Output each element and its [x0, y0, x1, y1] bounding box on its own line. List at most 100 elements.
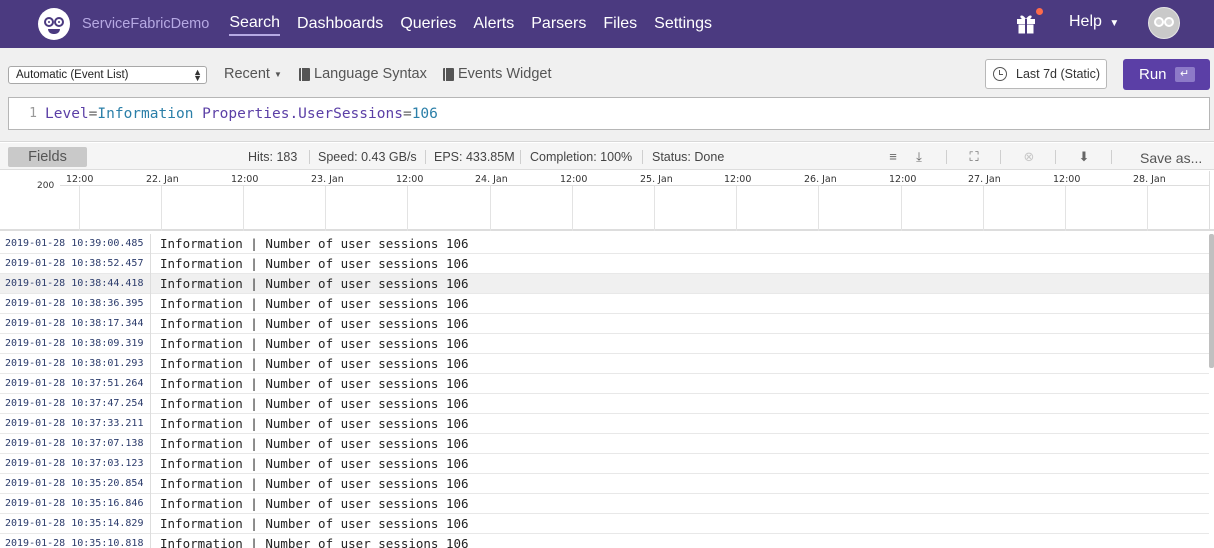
event-timestamp: 2019-01-28 10:38:52.457: [0, 253, 151, 274]
event-row[interactable]: 2019-01-28 10:37:47.254 Information | Num…: [0, 393, 1209, 414]
event-message: Information | Number of user sessions 10…: [160, 276, 469, 291]
timeline-gridline: [161, 186, 162, 231]
event-timestamp: 2019-01-28 10:35:20.854: [0, 473, 151, 494]
fields-toggle-button[interactable]: Fields: [8, 147, 87, 167]
timeline-gridline: [901, 186, 902, 231]
timeline-gridline: [1147, 186, 1148, 231]
divider: [1000, 150, 1001, 164]
time-range-button[interactable]: Last 7d (Static): [985, 59, 1107, 89]
recent-label: Recent: [224, 66, 270, 82]
event-row[interactable]: 2019-01-28 10:38:09.319 Information | Num…: [0, 333, 1209, 354]
timeline-tick-label: 12:00: [1053, 174, 1081, 185]
timeline-gridline: [243, 186, 244, 231]
event-message: Information | Number of user sessions 10…: [160, 256, 469, 271]
search-mode-select[interactable]: Automatic (Event List) ▲ ▼: [8, 66, 207, 84]
run-label: Run: [1139, 66, 1167, 83]
timeline-tick-label: 22. Jan: [146, 174, 179, 185]
language-syntax-label: Language Syntax: [314, 66, 427, 82]
select-arrows-icon: ▲ ▼: [193, 67, 202, 83]
query-editor[interactable]: 1 Level = Information Properties.UserSessi…: [8, 97, 1210, 130]
help-menu[interactable]: Help ▼: [1069, 13, 1119, 31]
user-avatar[interactable]: [1148, 7, 1180, 39]
timeline-tick-label: 27. Jan: [968, 174, 1001, 185]
stats-bar: Fields Hits: 183 Speed: 0.43 GB/s EPS: 4…: [0, 143, 1214, 170]
event-row[interactable]: 2019-01-28 10:37:07.138 Information | Num…: [0, 433, 1209, 454]
nav-dashboards[interactable]: Dashboards: [297, 13, 383, 35]
event-timestamp: 2019-01-28 10:39:00.485: [0, 234, 151, 254]
event-list: 2019-01-28 10:39:00.485 Information | Num…: [0, 234, 1209, 548]
event-row[interactable]: 2019-01-28 10:38:44.418 Information | Num…: [0, 273, 1209, 294]
timeline-tick-label: 23. Jan: [311, 174, 344, 185]
completion-stat: Completion: 100%: [530, 150, 633, 164]
query-token: Properties.UserSessions: [202, 105, 403, 122]
nav-search[interactable]: Search: [229, 12, 281, 36]
events-widget-label: Events Widget: [458, 66, 552, 82]
run-button[interactable]: Run ↵: [1123, 59, 1210, 90]
event-row[interactable]: 2019-01-28 10:35:14.829 Information | Num…: [0, 513, 1209, 534]
event-message: Information | Number of user sessions 10…: [160, 536, 469, 548]
event-row[interactable]: 2019-01-28 10:38:17.344 Information | Num…: [0, 313, 1209, 334]
event-row[interactable]: 2019-01-28 10:37:03.123 Information | Num…: [0, 453, 1209, 474]
event-timeline[interactable]: 200 12:00 22. Jan 12:00 23. Jan 12:00 24…: [0, 171, 1214, 231]
nav-files[interactable]: Files: [603, 13, 637, 35]
event-message: Information | Number of user sessions 10…: [160, 496, 469, 511]
timeline-tick-label: 12:00: [66, 174, 94, 185]
cancel-icon[interactable]: ⊗: [1021, 149, 1037, 165]
events-widget-link[interactable]: Events Widget: [443, 66, 552, 82]
timeline-gridline: [572, 186, 573, 231]
timeline-tick-label: 24. Jan: [475, 174, 508, 185]
event-list-scrollbar[interactable]: [1209, 234, 1214, 368]
query-text[interactable]: Level = Information Properties.UserSession…: [41, 106, 438, 122]
event-timestamp: 2019-01-28 10:38:36.395: [0, 293, 151, 314]
top-navbar: ServiceFabricDemo Search Dashboards Quer…: [0, 0, 1214, 48]
timeline-gridline: [654, 186, 655, 231]
timeline-y-max: 200: [37, 181, 55, 191]
event-timestamp: 2019-01-28 10:37:51.264: [0, 373, 151, 394]
divider: [946, 150, 947, 164]
event-row[interactable]: 2019-01-28 10:38:36.395 Information | Num…: [0, 293, 1209, 314]
event-row[interactable]: 2019-01-28 10:35:20.854 Information | Num…: [0, 473, 1209, 494]
nav-settings[interactable]: Settings: [654, 13, 712, 35]
divider: [642, 150, 643, 164]
query-token: Information: [97, 105, 194, 122]
eps-stat: EPS: 433.85M: [434, 150, 515, 164]
gift-icon[interactable]: [1016, 12, 1036, 34]
speed-stat: Speed: 0.43 GB/s: [318, 150, 417, 164]
event-timestamp: 2019-01-28 10:38:44.418: [0, 273, 151, 294]
timeline-gridline: [490, 186, 491, 231]
divider: [1111, 150, 1112, 164]
event-row[interactable]: 2019-01-28 10:39:00.485 Information | Num…: [0, 234, 1209, 254]
chevron-down-icon: ▼: [273, 69, 282, 79]
event-message: Information | Number of user sessions 10…: [160, 376, 469, 391]
recent-dropdown[interactable]: Recent ▼: [224, 66, 282, 82]
app-logo-icon[interactable]: [38, 8, 70, 40]
help-label: Help: [1069, 13, 1102, 30]
event-message: Information | Number of user sessions 10…: [160, 396, 469, 411]
save-as-button[interactable]: Save as...: [1140, 150, 1202, 166]
timeline-tick-label: 12:00: [560, 174, 588, 185]
nav-queries[interactable]: Queries: [400, 13, 456, 35]
language-syntax-link[interactable]: Language Syntax: [299, 66, 427, 82]
event-row[interactable]: 2019-01-28 10:37:33.211 Information | Num…: [0, 413, 1209, 434]
nav-parsers[interactable]: Parsers: [531, 13, 586, 35]
timeline-tick-label: 25. Jan: [640, 174, 673, 185]
event-row[interactable]: 2019-01-28 10:38:52.457 Information | Num…: [0, 253, 1209, 274]
event-row[interactable]: 2019-01-28 10:38:01.293 Information | Num…: [0, 353, 1209, 374]
timeline-gridline: [325, 186, 326, 231]
timeline-gridline: [79, 186, 80, 231]
fullscreen-icon[interactable]: ⛶: [966, 149, 982, 165]
scroll-to-bottom-icon[interactable]: ⤓: [911, 149, 927, 165]
divider: [520, 150, 521, 164]
event-timestamp: 2019-01-28 10:38:09.319: [0, 333, 151, 354]
event-row[interactable]: 2019-01-28 10:35:10.818 Information | Num…: [0, 533, 1209, 548]
status-stat: Status: Done: [652, 150, 725, 164]
search-mode-value: Automatic (Event List): [16, 69, 129, 81]
repository-name[interactable]: ServiceFabricDemo: [82, 16, 209, 32]
divider: [1055, 150, 1056, 164]
wrap-lines-icon[interactable]: ≡: [885, 149, 901, 165]
divider: [425, 150, 426, 164]
download-icon[interactable]: ⬇: [1076, 149, 1092, 165]
event-row[interactable]: 2019-01-28 10:37:51.264 Information | Num…: [0, 373, 1209, 394]
event-row[interactable]: 2019-01-28 10:35:16.846 Information | Num…: [0, 493, 1209, 514]
nav-alerts[interactable]: Alerts: [473, 13, 514, 35]
